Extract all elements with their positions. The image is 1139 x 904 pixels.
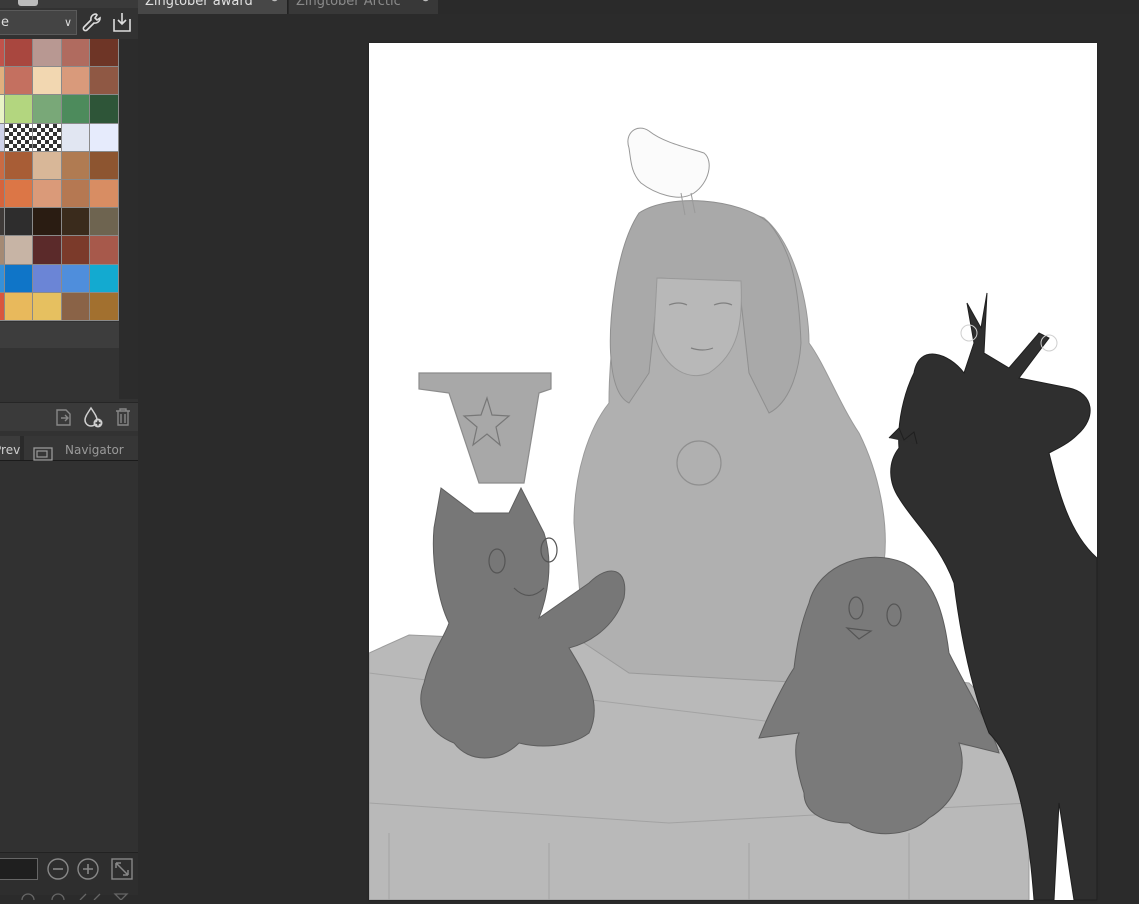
trash-icon[interactable]	[112, 406, 134, 428]
color-swatch[interactable]	[5, 67, 33, 96]
tab-document-zingtober-award[interactable]: Zingtober award ●	[138, 0, 288, 14]
color-swatch[interactable]	[5, 39, 33, 68]
color-swatch[interactable]	[5, 236, 33, 265]
color-swatch[interactable]	[5, 95, 33, 124]
document-tab-bar: Zingtober award ● Zingtober Arctic ●	[138, 0, 1139, 14]
color-swatch[interactable]	[90, 123, 119, 152]
fit-icon[interactable]	[110, 857, 134, 881]
tab-navigator-label: Navigator	[65, 443, 124, 457]
color-swatch[interactable]	[90, 208, 119, 237]
color-swatch[interactable]	[33, 292, 62, 321]
panel-header-strip	[0, 0, 138, 8]
color-swatch[interactable]	[33, 236, 62, 265]
palette-empty-row	[0, 322, 119, 348]
color-swatch[interactable]	[90, 292, 119, 321]
navigator-controls	[0, 852, 138, 904]
color-swatch[interactable]	[90, 151, 119, 180]
canvas-workspace[interactable]	[138, 14, 1139, 900]
color-swatch[interactable]	[33, 95, 62, 124]
color-swatch[interactable]	[62, 95, 90, 124]
color-swatch[interactable]	[5, 151, 33, 180]
zoom-out-icon[interactable]	[46, 857, 70, 881]
tab-document-zingtober-arctic[interactable]: Zingtober Arctic ●	[289, 0, 438, 14]
color-swatch[interactable]	[5, 208, 33, 237]
color-swatch[interactable]	[62, 208, 90, 237]
import-icon[interactable]	[110, 10, 134, 35]
color-swatch[interactable]	[33, 67, 62, 96]
panel-tabs: Preview Navigator	[0, 436, 138, 461]
color-swatch[interactable]	[33, 179, 62, 209]
navigator-preview-area	[0, 461, 138, 851]
color-swatch[interactable]	[5, 264, 33, 293]
color-swatch[interactable]	[62, 123, 90, 152]
wrench-icon[interactable]	[80, 10, 104, 35]
color-swatch[interactable]	[90, 236, 119, 265]
zoom-in-icon[interactable]	[76, 857, 100, 881]
tab-document-label: Zingtober award	[145, 0, 253, 9]
color-swatch[interactable]	[33, 123, 62, 152]
zoom-slider[interactable]	[0, 858, 38, 880]
color-swatch[interactable]	[90, 179, 119, 209]
drawing-canvas[interactable]	[369, 43, 1097, 900]
color-swatch[interactable]	[62, 67, 90, 96]
color-set-select[interactable]: e ∨	[0, 10, 77, 35]
color-set-select-value: e	[1, 15, 9, 30]
color-swatch[interactable]	[90, 39, 119, 68]
color-swatch[interactable]	[90, 264, 119, 293]
color-swatch[interactable]	[5, 179, 33, 209]
add-color-icon[interactable]	[82, 406, 104, 428]
color-swatch[interactable]	[62, 264, 90, 293]
tab-document-label: Zingtober Arctic	[296, 0, 401, 9]
color-swatch[interactable]	[90, 67, 119, 96]
color-swatch[interactable]	[62, 179, 90, 209]
navigator-icon	[33, 443, 53, 461]
trophy	[418, 372, 552, 484]
color-swatch[interactable]	[90, 95, 119, 124]
palette-scrollbar[interactable]	[119, 39, 138, 399]
palette-empty-area	[0, 348, 119, 400]
tab-preview-label: Preview	[0, 443, 20, 457]
tab-preview[interactable]: Preview	[0, 436, 20, 460]
tab-navigator[interactable]: Navigator	[24, 436, 138, 461]
artwork	[369, 127, 1097, 900]
left-panel: e ∨ Preview Navigator	[0, 0, 139, 904]
color-swatch[interactable]	[33, 208, 62, 237]
color-swatch[interactable]	[33, 264, 62, 293]
color-swatch[interactable]	[62, 292, 90, 321]
color-swatch[interactable]	[33, 39, 62, 68]
color-palette-grid	[0, 39, 119, 321]
color-swatch[interactable]	[62, 236, 90, 265]
page-copy-icon[interactable]	[52, 406, 74, 428]
chevron-down-icon: ∨	[63, 16, 72, 29]
color-swatch[interactable]	[5, 123, 33, 152]
color-swatch[interactable]	[5, 292, 33, 321]
color-swatch[interactable]	[33, 151, 62, 180]
palette-footer	[0, 402, 138, 431]
color-swatch[interactable]	[62, 39, 90, 68]
color-swatch[interactable]	[62, 151, 90, 180]
panel-grip-icon[interactable]	[18, 0, 38, 6]
